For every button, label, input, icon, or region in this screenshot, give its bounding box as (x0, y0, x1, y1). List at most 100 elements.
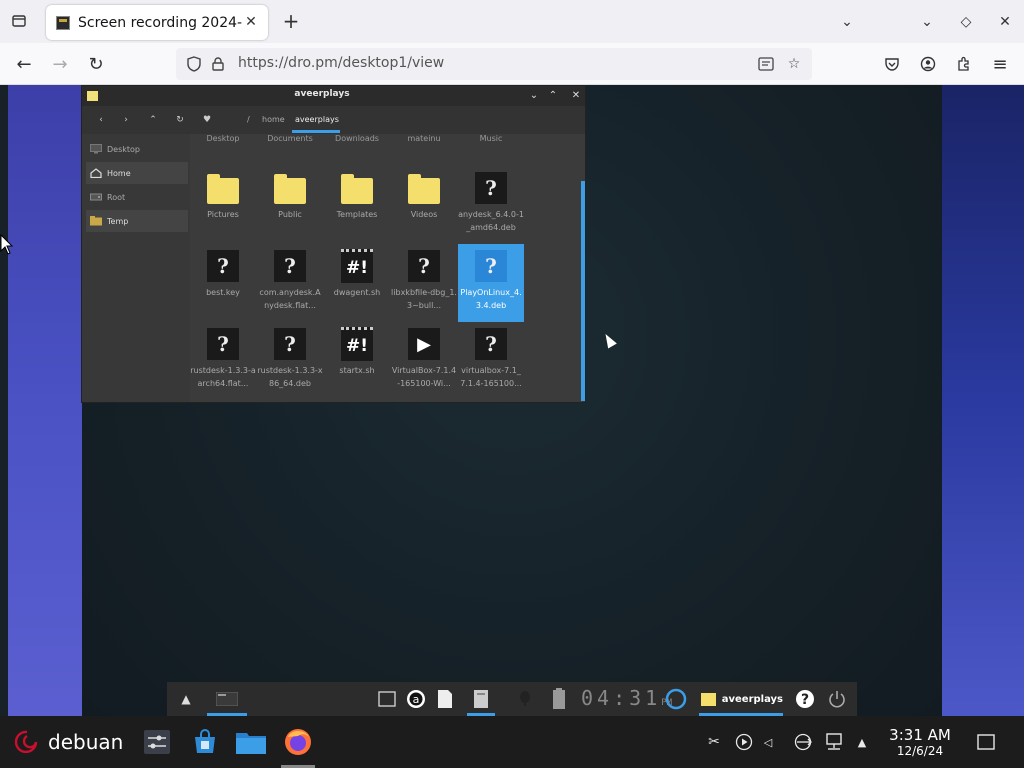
dock-power-icon[interactable] (825, 687, 849, 711)
list-item[interactable]: Documents (257, 134, 323, 143)
new-tab-button[interactable]: + (280, 9, 302, 33)
file-item-public[interactable]: Public (257, 166, 323, 244)
unknown-file-icon: ? (475, 172, 507, 204)
restore-window-icon[interactable]: ◇ (955, 11, 977, 33)
file-label: Templates (336, 210, 378, 219)
minimize-icon[interactable]: ⌄ (527, 88, 541, 102)
remote-desktop-view[interactable]: aveerplays ⌄ ⌃ ✕ ‹ › ⌃ ↻ ♥ / home aveerp… (0, 85, 1024, 716)
usb-icon[interactable] (794, 732, 814, 752)
browser-tab-active[interactable]: Screen recording 2024-12- ✕ (46, 5, 268, 40)
list-item[interactable]: mateinu (391, 134, 457, 143)
dock-window-icon[interactable] (375, 687, 399, 711)
dock-clock-time: 04:31 (581, 686, 662, 710)
account-icon[interactable] (916, 52, 940, 76)
file-item-templates[interactable]: Templates (324, 166, 390, 244)
taskbar-clock-time[interactable]: 3:31 AM (882, 726, 958, 744)
bookmark-star-icon[interactable]: ☆ (784, 54, 804, 74)
close-icon[interactable]: ✕ (569, 88, 583, 102)
unknown-file-icon: ? (274, 328, 306, 360)
dock-document-icon[interactable] (433, 687, 457, 711)
scrollbar[interactable] (581, 181, 585, 401)
maximize-icon[interactable]: ⌃ (546, 88, 560, 102)
volume-icon[interactable]: ◁ (758, 732, 778, 752)
folder-icon (701, 692, 716, 706)
dock-circle-icon[interactable] (663, 687, 689, 711)
sidebar-item-temp[interactable]: Temp (86, 210, 188, 232)
dock-terminal-icon[interactable] (209, 687, 245, 711)
network-icon[interactable] (824, 732, 844, 752)
file-item-anydesk-flatpak[interactable]: ? com.anydesk.Anydesk.flat... (257, 244, 323, 322)
breadcrumb-home[interactable]: home (262, 115, 285, 124)
file-label: PlayOnLinux_4.3.4.deb (460, 288, 522, 310)
refresh-icon[interactable]: ↻ (173, 113, 187, 127)
file-item-best-key[interactable]: ? best.key (190, 244, 256, 322)
sidebar-item-desktop[interactable]: Desktop (86, 138, 188, 160)
back-icon[interactable]: ‹ (94, 113, 108, 127)
tab-list-icon[interactable] (8, 10, 30, 32)
file-manager-sidebar: Desktop Home Root Temp (82, 134, 190, 402)
forward-arrow-icon[interactable]: → (48, 52, 72, 76)
sidebar-item-root[interactable]: Root (86, 186, 188, 208)
file-item-playonlinux-deb[interactable]: ? PlayOnLinux_4.3.4.deb (458, 244, 524, 322)
dock-anydesk-icon[interactable]: a (404, 687, 428, 711)
back-arrow-icon[interactable]: ← (12, 52, 36, 76)
scissors-icon[interactable]: ✂ (704, 732, 724, 752)
file-item-dwagent-sh[interactable]: #! dwagent.sh (324, 244, 390, 322)
file-manager-titlebar[interactable]: aveerplays ⌄ ⌃ ✕ (82, 86, 585, 106)
taskbar-store-icon[interactable] (190, 728, 220, 756)
file-item-rustdesk-flatpak[interactable]: ? rustdesk-1.3.3-aarch64.flat... (190, 322, 256, 400)
media-play-icon[interactable] (734, 732, 754, 752)
chevron-down-icon[interactable]: ⌄ (916, 11, 938, 33)
file-item-virtualbox-deb[interactable]: ? virtualbox-7.1_7.1.4-165100... (458, 322, 524, 400)
list-item[interactable]: Downloads (324, 134, 390, 143)
file-item-rustdesk-deb[interactable]: ? rustdesk-1.3.3-x86_64.deb (257, 322, 323, 400)
taskbar-clock-date[interactable]: 12/6/24 (882, 744, 958, 758)
sidebar-item-home[interactable]: Home (86, 162, 188, 184)
extensions-icon[interactable] (952, 52, 976, 76)
list-item[interactable]: Desktop (190, 134, 256, 143)
up-icon[interactable]: ⌃ (146, 113, 160, 127)
file-label: best.key (206, 288, 240, 297)
file-manager-window[interactable]: aveerplays ⌄ ⌃ ✕ ‹ › ⌃ ↻ ♥ / home aveerp… (81, 85, 586, 403)
script-file-icon: #! (341, 249, 373, 283)
browser-nav-bar: ← → ↻ https://dro.pm/desktop1/view ☆ ≡ (0, 43, 1024, 85)
file-item-pictures[interactable]: Pictures (190, 166, 256, 244)
dock-window-aveerplays[interactable]: aveerplays (701, 687, 783, 711)
file-item-anydesk-deb[interactable]: ? anydesk_6.4.0-1_amd64.deb (458, 166, 524, 244)
file-item-virtualbox-exe[interactable]: ▶ VirtualBox-7.1.4-165100-Wi... (391, 322, 457, 400)
file-label: anydesk_6.4.0-1_amd64.deb (458, 210, 524, 232)
dock-help-icon[interactable]: ? (793, 687, 817, 711)
dock-microphone-icon[interactable] (513, 687, 537, 711)
file-item-videos[interactable]: Videos (391, 166, 457, 244)
show-desktop-icon[interactable] (976, 732, 996, 752)
hamburger-menu-icon[interactable]: ≡ (988, 52, 1012, 76)
start-menu-button[interactable]: debuan (14, 728, 123, 756)
folder-icon (207, 172, 239, 204)
lock-icon[interactable] (208, 54, 228, 74)
chevron-up-icon[interactable]: ▲ (175, 687, 197, 711)
file-item-libxkbfile[interactable]: ? libxkbfile-dbg_1.3~bull... (391, 244, 457, 322)
list-all-tabs-icon[interactable]: ⌄ (836, 11, 858, 33)
tab-close-icon[interactable]: ✕ (242, 13, 260, 31)
dock-battery-icon[interactable] (547, 687, 571, 711)
taskbar-firefox-icon[interactable] (281, 726, 315, 758)
file-label: VirtualBox-7.1.4-165100-Wi... (391, 366, 457, 388)
taskbar-settings-icon[interactable] (142, 728, 172, 756)
breadcrumb-aveerplays[interactable]: aveerplays (295, 115, 339, 124)
taskbar-files-icon[interactable] (235, 728, 267, 756)
reader-view-icon[interactable] (756, 54, 776, 74)
url-text[interactable]: https://dro.pm/desktop1/view (238, 55, 444, 71)
pocket-icon[interactable] (880, 52, 904, 76)
tray-expand-icon[interactable]: ▲ (852, 732, 872, 752)
close-window-icon[interactable]: ✕ (994, 11, 1016, 33)
favorite-icon[interactable]: ♥ (200, 113, 214, 127)
host-taskbar: debuan ✂ ◁ ▲ 3:31 AM 12/6/24 (0, 716, 1024, 768)
url-bar[interactable]: https://dro.pm/desktop1/view ☆ (176, 48, 812, 80)
forward-icon[interactable]: › (119, 113, 133, 127)
file-item-startx-sh[interactable]: #! startx.sh (324, 322, 390, 400)
reload-icon[interactable]: ↻ (84, 52, 108, 76)
sidebar-item-label: Desktop (107, 144, 140, 154)
list-item[interactable]: Music (458, 134, 524, 143)
dock-file-manager-icon[interactable] (468, 687, 494, 711)
shield-icon[interactable] (184, 54, 204, 74)
